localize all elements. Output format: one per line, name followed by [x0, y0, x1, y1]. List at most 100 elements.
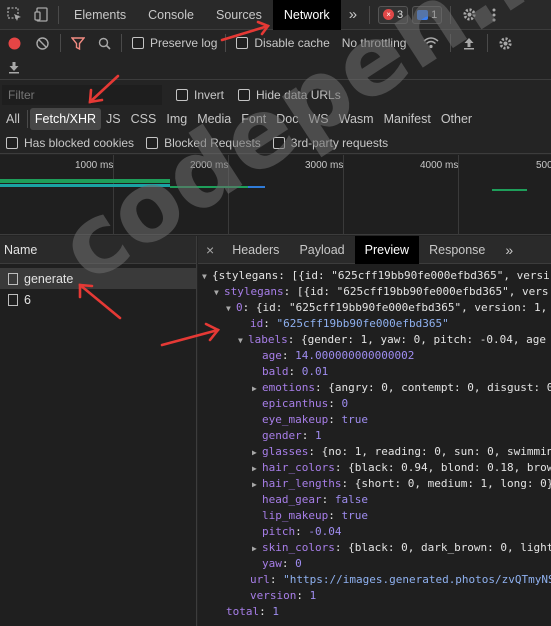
checkbox[interactable]	[132, 37, 144, 49]
settings-gear-icon[interactable]	[455, 0, 483, 30]
value: 14.000000000000002	[295, 349, 415, 362]
checkbox[interactable]	[238, 89, 251, 101]
checkbox[interactable]	[272, 136, 285, 149]
tree-line-pitch: pitch: -0.04	[262, 525, 342, 538]
type-js[interactable]: JS	[101, 108, 126, 130]
tree-line-glasses[interactable]: ▶ glasses: {no: 1, reading: 0, sun: 0, sw…	[252, 444, 551, 460]
tab-network[interactable]: Network	[272, 0, 341, 30]
type-ws[interactable]: WS	[303, 108, 333, 130]
tree-line-labels[interactable]: ▼ labels: {gender: 1, yaw: 0, pitch: -0.0…	[238, 332, 546, 348]
filter-funnel-icon[interactable]	[65, 30, 91, 56]
throttling-select[interactable]: No throttling	[342, 36, 407, 50]
key: skin_colors	[262, 541, 335, 554]
has-blocked-cookies-checkbox[interactable]: Has blocked cookies	[6, 136, 134, 150]
collapse-triangle-icon[interactable]: ▶	[252, 445, 262, 461]
request-row-generate[interactable]: generate	[0, 268, 196, 289]
value: 1	[309, 589, 317, 602]
request-row-6[interactable]: 6	[0, 289, 196, 310]
import-har-icon[interactable]	[455, 30, 483, 56]
expand-triangle-icon[interactable]: ▼	[226, 301, 236, 317]
request-list: Name generate 6	[0, 236, 197, 626]
export-har-icon[interactable]	[0, 56, 28, 80]
type-css[interactable]: CSS	[126, 108, 162, 130]
disable-cache-checkbox[interactable]: Disable cache	[236, 36, 330, 50]
type-fetch-xhr[interactable]: Fetch/XHR	[29, 108, 102, 130]
tick-label: 3000 ms	[305, 160, 344, 171]
search-icon[interactable]	[91, 30, 117, 56]
more-options-icon[interactable]	[483, 0, 505, 30]
record-icon[interactable]	[0, 30, 28, 56]
tab-headers[interactable]: Headers	[222, 236, 289, 264]
key: hair_colors	[262, 461, 335, 474]
messages-count: 1	[431, 8, 438, 21]
tree-line-skin-colors[interactable]: ▶ skin_colors: {black: 0, dark_brown: 0, …	[252, 540, 551, 556]
third-party-requests-checkbox[interactable]: 3rd-party requests	[272, 136, 388, 150]
value: false	[334, 493, 368, 506]
errors-badge[interactable]: × 3	[378, 5, 409, 24]
more-tabs-button[interactable]: »	[341, 0, 365, 30]
tab-payload[interactable]: Payload	[289, 236, 354, 264]
tree-line-stylegans[interactable]: ▼ stylegans: [{id: "625cff19bb90fe000efbd…	[214, 284, 549, 300]
type-manifest[interactable]: Manifest	[379, 108, 436, 130]
checkbox[interactable]	[146, 136, 159, 149]
name-column-header[interactable]: Name	[0, 236, 196, 264]
tree-line-hair-colors[interactable]: ▶ hair_colors: {black: 0.94, blond: 0.18,…	[252, 460, 551, 476]
errors-count: 3	[397, 8, 404, 21]
checkbox[interactable]	[236, 37, 249, 49]
inspect-element-icon[interactable]	[0, 0, 28, 30]
value: : {no: 1, reading: 0, sun: 0, swimmin	[308, 445, 551, 458]
detail-tab-bar: × Headers Payload Preview Response »	[198, 235, 551, 264]
value: 0	[341, 397, 349, 410]
tick-label: 2000 ms	[190, 160, 229, 171]
checkbox[interactable]	[6, 136, 18, 149]
close-detail-button[interactable]: ×	[198, 236, 222, 264]
type-font[interactable]: Font	[236, 108, 271, 130]
collapse-triangle-icon[interactable]: ▶	[252, 541, 262, 557]
expand-triangle-icon[interactable]: ▼	[202, 269, 212, 285]
type-other[interactable]: Other	[436, 108, 477, 130]
tab-elements[interactable]: Elements	[63, 0, 137, 30]
key: epicanthus	[262, 397, 329, 410]
filter-input[interactable]	[2, 85, 162, 105]
type-media[interactable]: Media	[192, 108, 236, 130]
tab-preview[interactable]: Preview	[354, 235, 420, 264]
type-doc[interactable]: Doc	[271, 108, 303, 130]
timeline-bar	[170, 186, 248, 188]
tree-line-lip-makeup: lip_makeup: true	[262, 509, 368, 522]
device-toolbar-icon[interactable]	[28, 0, 54, 30]
collapse-triangle-icon[interactable]: ▶	[252, 461, 262, 477]
value: : {short: 0, medium: 1, long: 0}	[341, 477, 551, 490]
hide-data-urls-checkbox[interactable]: Hide data URLs	[238, 88, 341, 102]
invert-checkbox[interactable]: Invert	[176, 88, 224, 102]
tree-line-hair-lengths[interactable]: ▶ hair_lengths: {short: 0, medium: 1, lon…	[252, 476, 551, 492]
wifi-conditions-icon[interactable]	[416, 30, 446, 56]
key: emotions	[262, 381, 315, 394]
type-wasm[interactable]: Wasm	[334, 108, 379, 130]
type-img[interactable]: Img	[161, 108, 192, 130]
collapse-triangle-icon[interactable]: ▶	[252, 477, 262, 493]
tree-line-0[interactable]: ▼ 0: {id: "625cff19bb90fe000efbd365", ver…	[226, 300, 547, 316]
disable-cache-label: Disable cache	[254, 36, 330, 50]
tab-sources[interactable]: Sources	[205, 0, 273, 30]
blocked-requests-checkbox[interactable]: Blocked Requests	[146, 136, 261, 150]
clear-icon[interactable]	[28, 30, 56, 56]
expand-triangle-icon[interactable]: ▼	[214, 285, 224, 301]
json-preview-tree: ▼ {stylegans: [{id: "625cff19bb90fe000efb…	[198, 268, 551, 626]
messages-badge[interactable]: 1	[412, 5, 443, 24]
preserve-log-checkbox[interactable]: Preserve log	[132, 36, 217, 50]
divider	[60, 34, 61, 52]
checkbox[interactable]	[176, 89, 188, 101]
tree-line-root[interactable]: ▼ {stylegans: [{id: "625cff19bb90fe000efb…	[202, 268, 550, 284]
expand-triangle-icon[interactable]: ▼	[238, 333, 248, 349]
tab-response[interactable]: Response	[419, 236, 495, 264]
value: : [{id: "625cff19bb90fe000efbd365", vers	[283, 285, 549, 298]
divider	[225, 34, 227, 52]
collapse-triangle-icon[interactable]: ▶	[252, 381, 262, 397]
tree-line-emotions[interactable]: ▶ emotions: {angry: 0, contempt: 0, disgu…	[252, 380, 551, 396]
type-all[interactable]: All	[1, 108, 25, 130]
more-detail-tabs-button[interactable]: »	[495, 236, 523, 264]
network-toolbar-row-2	[0, 56, 551, 80]
network-overview-timeline[interactable]: 1000 ms 2000 ms 3000 ms 4000 ms 500	[0, 155, 551, 235]
tab-console[interactable]: Console	[137, 0, 205, 30]
network-settings-gear-icon[interactable]	[492, 30, 518, 56]
